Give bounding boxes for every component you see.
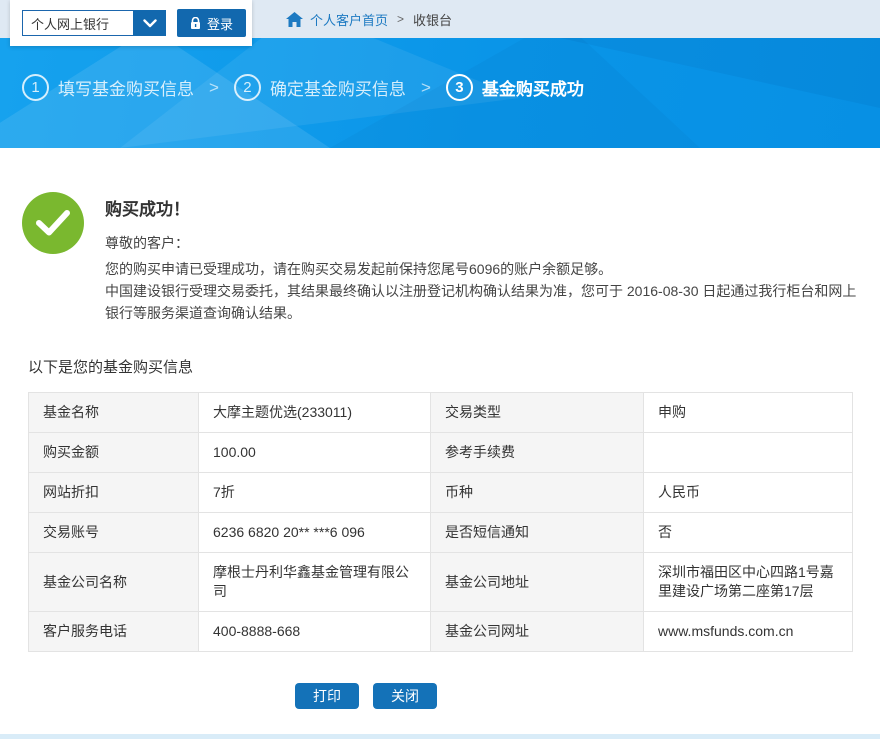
info-table-row: 基金名称大摩主题优选(233011)交易类型申购 [29, 393, 853, 433]
step-3-success: 3 基金购买成功 [446, 74, 584, 101]
purchase-info-section: 以下是您的基金购买信息 基金名称大摩主题优选(233011)交易类型申购购买金额… [0, 356, 880, 709]
info-label-cell: 交易账号 [29, 513, 199, 553]
info-value-cell: 摩根士丹利华鑫基金管理有限公司 [199, 553, 431, 612]
footer-strip [0, 734, 880, 739]
step-1-label: 填写基金购买信息 [58, 75, 194, 100]
top-bar: 个人网上银行 登录 个人客户首页 > 收银台 [0, 0, 880, 38]
purchase-info-table: 基金名称大摩主题优选(233011)交易类型申购购买金额100.00参考手续费网… [28, 392, 853, 652]
info-label-cell: 基金名称 [29, 393, 199, 433]
login-button[interactable]: 登录 [177, 9, 246, 37]
info-label-cell: 币种 [431, 473, 644, 513]
info-label-cell: 是否短信通知 [431, 513, 644, 553]
info-value-cell: 400-8888-668 [199, 612, 431, 652]
purchase-info-title: 以下是您的基金购买信息 [28, 356, 852, 377]
step-2-confirm-info: 2 确定基金购买信息 [234, 74, 406, 101]
purchase-info-table-body: 基金名称大摩主题优选(233011)交易类型申购购买金额100.00参考手续费网… [29, 393, 853, 652]
channel-dropdown-value[interactable]: 个人网上银行 [22, 10, 133, 36]
result-title: 购买成功！ [105, 195, 867, 220]
breadcrumb-home-link[interactable]: 个人客户首页 [286, 10, 388, 29]
step-3-label: 基金购买成功 [482, 75, 584, 100]
breadcrumb-home-label: 个人客户首页 [310, 10, 388, 29]
breadcrumb-current: 收银台 [413, 10, 452, 29]
info-label-cell: 交易类型 [431, 393, 644, 433]
login-button-label: 登录 [207, 14, 233, 33]
result-section: 购买成功！ 尊敬的客户： 您的购买申请已受理成功，请在购买交易发起前保持您尾号6… [0, 148, 880, 324]
purchase-steps: 1 填写基金购买信息 > 2 确定基金购买信息 > 3 基金购买成功 [22, 74, 584, 101]
result-text: 购买成功！ 尊敬的客户： 您的购买申请已受理成功，请在购买交易发起前保持您尾号6… [105, 192, 867, 324]
info-value-cell [644, 433, 853, 473]
result-salutation: 尊敬的客户： [105, 232, 867, 254]
channel-dropdown[interactable]: 个人网上银行 [22, 10, 166, 36]
result-line-2: 中国建设银行受理交易委托，其结果最终确认以注册登记机构确认结果为准，您可于 20… [105, 280, 867, 324]
info-value-cell: 7折 [199, 473, 431, 513]
home-icon [286, 12, 303, 27]
step-1-fill-info: 1 填写基金购买信息 [22, 74, 194, 101]
print-button[interactable]: 打印 [295, 683, 359, 709]
step-1-number: 1 [22, 74, 49, 101]
info-value-cell: 6236 6820 20** ***6 096 [199, 513, 431, 553]
chevron-down-icon[interactable] [133, 10, 166, 36]
info-table-row: 网站折扣7折币种人民币 [29, 473, 853, 513]
step-2-number: 2 [234, 74, 261, 101]
lock-icon [190, 17, 201, 30]
breadcrumb-separator: > [397, 12, 404, 26]
close-button[interactable]: 关闭 [373, 683, 437, 709]
info-label-cell: 网站折扣 [29, 473, 199, 513]
info-value-cell: 申购 [644, 393, 853, 433]
info-label-cell: 购买金额 [29, 433, 199, 473]
info-label-cell: 客户服务电话 [29, 612, 199, 652]
info-value-cell: 大摩主题优选(233011) [199, 393, 431, 433]
info-label-cell: 基金公司名称 [29, 553, 199, 612]
info-label-cell: 基金公司地址 [431, 553, 644, 612]
breadcrumb: 个人客户首页 > 收银台 [286, 0, 452, 38]
info-value-cell: www.msfunds.com.cn [644, 612, 853, 652]
success-check-icon [22, 192, 84, 254]
info-table-row: 交易账号6236 6820 20** ***6 096是否短信通知否 [29, 513, 853, 553]
info-table-row: 基金公司名称摩根士丹利华鑫基金管理有限公司基金公司地址深圳市福田区中心四路1号嘉… [29, 553, 853, 612]
step-2-label: 确定基金购买信息 [270, 75, 406, 100]
action-buttons: 打印 关闭 [0, 683, 778, 709]
login-panel: 个人网上银行 登录 [10, 0, 252, 46]
info-table-row: 购买金额100.00参考手续费 [29, 433, 853, 473]
info-value-cell: 人民币 [644, 473, 853, 513]
info-value-cell: 否 [644, 513, 853, 553]
info-label-cell: 参考手续费 [431, 433, 644, 473]
step-3-number: 3 [446, 74, 473, 101]
step-separator-icon: > [421, 78, 431, 98]
step-banner: 1 填写基金购买信息 > 2 确定基金购买信息 > 3 基金购买成功 [0, 38, 880, 148]
info-value-cell: 深圳市福田区中心四路1号嘉里建设广场第二座第17层 [644, 553, 853, 612]
info-table-row: 客户服务电话400-8888-668基金公司网址www.msfunds.com.… [29, 612, 853, 652]
result-line-1: 您的购买申请已受理成功，请在购买交易发起前保持您尾号6096的账户余额足够。 [105, 258, 867, 280]
info-value-cell: 100.00 [199, 433, 431, 473]
info-label-cell: 基金公司网址 [431, 612, 644, 652]
step-separator-icon: > [209, 78, 219, 98]
